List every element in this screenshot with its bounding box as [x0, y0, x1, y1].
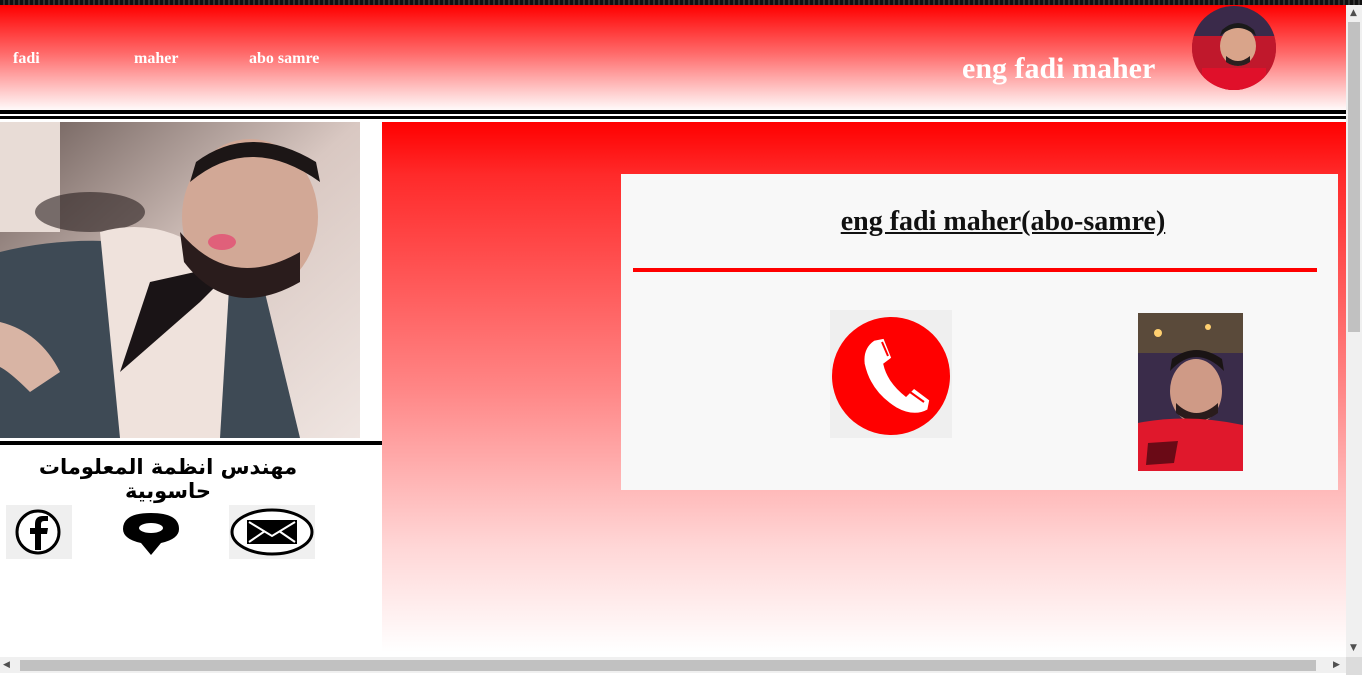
location-button[interactable] [108, 505, 194, 559]
profile-photo-image [0, 122, 360, 438]
mail-icon [230, 508, 314, 556]
scroll-right-icon[interactable]: ▶ [1333, 660, 1340, 670]
scroll-left-icon[interactable]: ◀ [3, 660, 10, 670]
vertical-scrollbar-thumb[interactable] [1348, 22, 1360, 332]
email-button[interactable] [229, 505, 315, 559]
horizontal-scrollbar-thumb[interactable] [20, 660, 1316, 671]
profile-photo [0, 122, 360, 438]
phone-icon [832, 317, 950, 435]
thumbnail-photo[interactable] [1138, 313, 1243, 471]
thumbnail-image [1138, 313, 1243, 471]
card-divider [633, 268, 1317, 272]
phone-button[interactable] [830, 310, 952, 438]
sidebar-divider [0, 441, 382, 445]
job-title: مهندس انظمة المعلومات حاسوبية [38, 455, 298, 503]
avatar [1192, 6, 1276, 90]
scrollbar-corner [1346, 657, 1362, 675]
facebook-icon [15, 509, 61, 555]
card-title: eng fadi maher(abo-samre) [840, 206, 1166, 237]
header-divider [0, 110, 1346, 114]
avatar-photo [1192, 6, 1276, 90]
facebook-button[interactable] [6, 505, 72, 559]
scroll-up-icon[interactable]: ▲ [1350, 8, 1357, 18]
location-pin-icon [123, 513, 179, 555]
nav-item-maher[interactable]: maher [134, 50, 178, 68]
nav-item-abo-samre[interactable]: abo samre [249, 50, 319, 68]
nav-item-fadi[interactable]: fadi [13, 50, 40, 68]
scroll-down-icon[interactable]: ▼ [1350, 643, 1357, 653]
site-title: eng fadi maher [962, 52, 1156, 85]
header-divider-secondary [0, 116, 1346, 119]
